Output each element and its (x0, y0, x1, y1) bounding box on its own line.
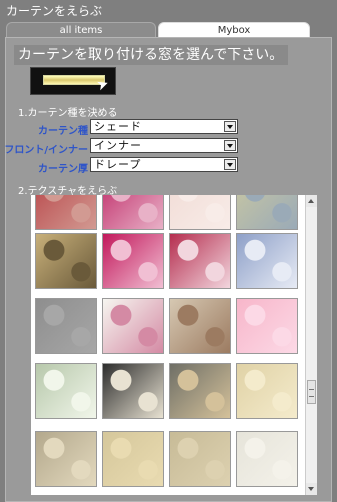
scroll-thumb[interactable] (307, 380, 316, 404)
texture-tile[interactable] (236, 195, 298, 230)
texture-tile[interactable] (236, 298, 298, 354)
front-inner-value: インナー (94, 139, 142, 152)
texture-tile[interactable] (35, 233, 97, 289)
texture-tile[interactable] (169, 363, 231, 419)
texture-tile[interactable] (236, 363, 298, 419)
texture-tile[interactable] (35, 363, 97, 419)
texture-tile[interactable] (169, 195, 231, 230)
texture-tile[interactable] (102, 363, 164, 419)
texture-tile[interactable] (236, 233, 298, 289)
texture-scrollbar[interactable] (305, 195, 317, 495)
front-inner-label: フロント/インナー (4, 145, 88, 156)
scroll-up-icon[interactable] (306, 195, 317, 207)
curtain-thickness-value: ドレープ (94, 158, 142, 171)
curtain-thickness-dropdown-icon[interactable] (224, 159, 236, 170)
section-1-title: 1.カーテン種を決める (18, 108, 118, 119)
texture-tile[interactable] (102, 195, 164, 230)
scroll-down-icon[interactable] (306, 483, 317, 495)
curtain-thickness-label: カーテン厚 (38, 164, 88, 175)
front-inner-select[interactable]: インナー (90, 138, 238, 153)
curtain-type-dropdown-icon[interactable] (224, 121, 236, 132)
headline: カーテンを取り付ける窓を選んで下さい。 (14, 45, 288, 65)
texture-tile[interactable] (169, 431, 231, 487)
curtain-thickness-select[interactable]: ドレープ (90, 157, 238, 172)
curtain-type-label: カーテン種 (38, 126, 88, 137)
texture-tile[interactable] (35, 195, 97, 230)
curtain-type-select[interactable]: シェード (90, 119, 238, 134)
texture-tile[interactable] (35, 298, 97, 354)
texture-tile[interactable] (102, 233, 164, 289)
curtain-type-value: シェード (94, 120, 142, 133)
texture-grid (31, 195, 316, 495)
texture-tile[interactable] (169, 298, 231, 354)
texture-tile[interactable] (169, 233, 231, 289)
window-thumbnail[interactable]: ➤ (30, 67, 116, 95)
front-inner-dropdown-icon[interactable] (224, 140, 236, 151)
texture-tile[interactable] (236, 431, 298, 487)
texture-tile[interactable] (102, 298, 164, 354)
pointer-cursor-icon: ➤ (94, 75, 112, 95)
texture-tile[interactable] (102, 431, 164, 487)
app-title: カーテンをえらぶ (6, 4, 103, 18)
texture-tile[interactable] (35, 431, 97, 487)
